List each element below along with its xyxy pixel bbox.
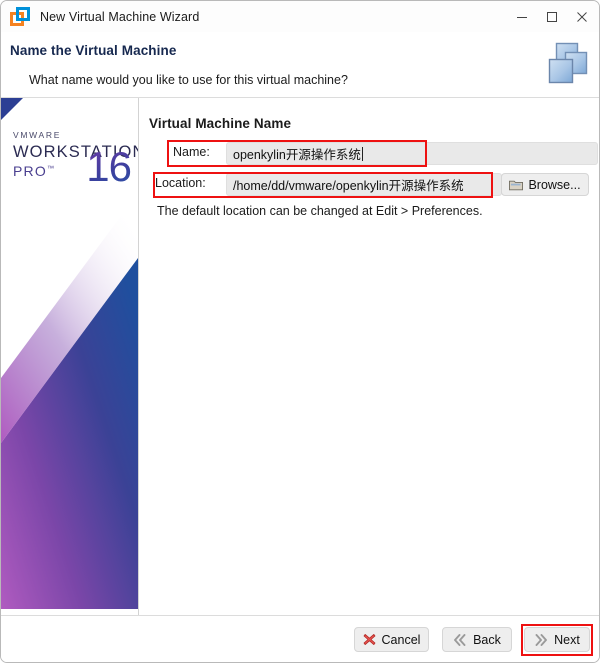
section-heading: Virtual Machine Name: [149, 116, 292, 131]
browse-button[interactable]: Browse...: [501, 173, 589, 196]
wizard-footer: Cancel Back Next: [1, 615, 599, 662]
vmware-logo-icon: [10, 6, 30, 27]
vmware-logo-blue-square: [16, 6, 30, 21]
window-controls: [507, 1, 597, 32]
cancel-button-label: Cancel: [381, 632, 421, 647]
location-label: Location:: [155, 176, 206, 190]
name-field-row: Name: openkylin开源操作系统: [149, 142, 599, 165]
next-button-label: Next: [554, 632, 580, 647]
name-label: Name:: [173, 145, 210, 159]
minimize-icon[interactable]: [507, 1, 537, 32]
folder-icon: [509, 180, 524, 190]
chevron-left-icon: [454, 633, 466, 646]
chevron-right-icon: [535, 633, 548, 646]
location-input[interactable]: /home/dd/vmware/openkylin开源操作系统: [226, 173, 502, 196]
cancel-button[interactable]: Cancel: [354, 627, 429, 652]
location-input-value: /home/dd/vmware/openkylin开源操作系统: [233, 179, 464, 193]
stacked-windows-icon: [544, 40, 592, 88]
branding-sidebar: VMWARE WORKSTATION PRO™ 16: [1, 98, 139, 615]
page-subtitle: What name would you like to use for this…: [29, 73, 348, 87]
name-input-value: openkylin开源操作系统: [233, 148, 361, 162]
next-button[interactable]: Next: [524, 627, 590, 652]
back-button-label: Back: [473, 632, 501, 647]
text-caret: [361, 146, 363, 161]
back-button[interactable]: Back: [442, 627, 512, 652]
red-x-icon: [363, 634, 375, 645]
close-icon[interactable]: [567, 1, 597, 32]
default-location-hint: The default location can be changed at E…: [157, 204, 483, 218]
sidebar-gradient-artwork: [1, 193, 138, 609]
page-title: Name the Virtual Machine: [10, 43, 177, 58]
title-bar: New Virtual Machine Wizard: [1, 1, 599, 32]
name-input[interactable]: openkylin开源操作系统: [226, 142, 598, 165]
browse-button-label: Browse...: [528, 177, 581, 192]
window-title: New Virtual Machine Wizard: [40, 9, 200, 24]
maximize-icon[interactable]: [537, 1, 567, 32]
wizard-content: Virtual Machine Name Name: openkylin开源操作…: [139, 98, 599, 615]
new-virtual-machine-wizard-window: New Virtual Machine Wizard Name the Virt…: [0, 0, 600, 663]
wizard-header: Name the Virtual Machine What name would…: [1, 32, 599, 98]
